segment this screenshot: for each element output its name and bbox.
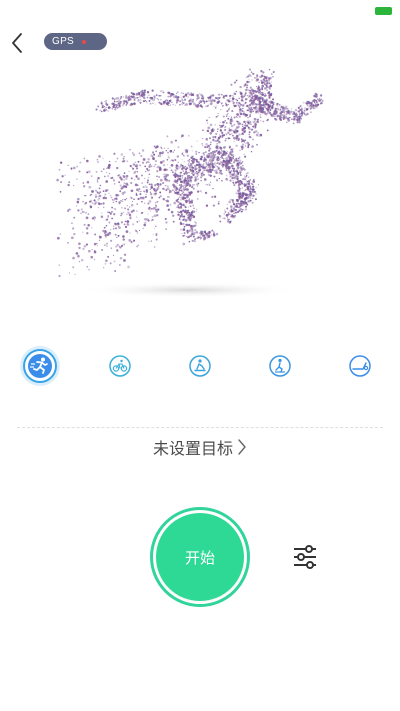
rowing-icon bbox=[189, 355, 211, 377]
mode-cycling[interactable] bbox=[109, 355, 131, 377]
treadmill-icon bbox=[349, 355, 371, 377]
dashed-divider bbox=[17, 427, 383, 428]
runner-illustration bbox=[56, 68, 324, 298]
mode-elliptical[interactable] bbox=[269, 355, 291, 377]
elliptical-icon bbox=[269, 355, 291, 377]
cycling-icon bbox=[109, 355, 131, 377]
sliders-icon bbox=[294, 545, 316, 569]
gps-label: GPS bbox=[52, 36, 75, 47]
settings-button[interactable] bbox=[292, 545, 318, 569]
start-button[interactable]: 开始 bbox=[150, 507, 250, 607]
running-icon bbox=[28, 354, 52, 378]
gps-status-badge: GPS bbox=[44, 33, 107, 50]
start-label: 开始 bbox=[184, 548, 215, 567]
mode-treadmill[interactable] bbox=[349, 355, 371, 377]
gps-signal-indicator bbox=[82, 39, 87, 44]
hero-runner-image bbox=[40, 58, 360, 310]
goal-label: 未设置目标 bbox=[152, 439, 233, 458]
chevron-left-icon bbox=[12, 33, 22, 53]
start-button-fill: 开始 bbox=[156, 513, 244, 601]
mode-rowing[interactable] bbox=[189, 355, 211, 377]
sport-mode-selector[interactable] bbox=[0, 340, 400, 400]
chevron-right-icon bbox=[238, 439, 246, 455]
back-button[interactable] bbox=[8, 30, 28, 56]
set-goal-link[interactable]: 未设置目标 bbox=[0, 434, 400, 460]
mode-running[interactable] bbox=[23, 349, 57, 383]
battery-icon bbox=[375, 7, 392, 15]
